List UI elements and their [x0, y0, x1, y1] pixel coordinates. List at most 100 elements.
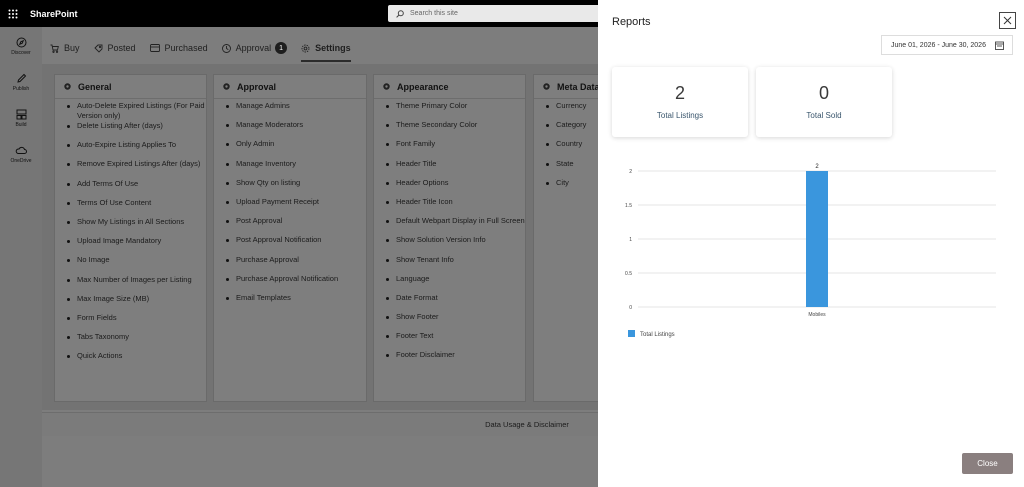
gear-icon: [223, 83, 230, 90]
calendar-icon: [995, 41, 1004, 50]
cloud-icon: [15, 146, 27, 154]
bar-data-label: 2: [815, 164, 819, 170]
rail-item-onedrive[interactable]: OneDrive: [0, 145, 42, 171]
settings-link[interactable]: Header Options: [384, 178, 525, 197]
settings-link[interactable]: Show Tenant Info: [384, 255, 525, 274]
settings-link[interactable]: Add Terms Of Use: [65, 179, 206, 198]
footer-strip: Data Usage & Disclaimer: [42, 412, 598, 436]
stat-label: Total Sold: [806, 111, 842, 120]
tab-approval[interactable]: Approval 1: [221, 34, 288, 62]
tab-label: Buy: [64, 43, 80, 53]
rail-item-build[interactable]: Build: [0, 109, 42, 135]
tab-bar: Buy Posted Purchased Approval 1 Settings: [42, 34, 357, 62]
settings-link[interactable]: Manage Moderators: [224, 120, 366, 139]
tag-icon: [93, 44, 102, 53]
settings-link[interactable]: Footer Disclaimer: [384, 350, 525, 369]
settings-link[interactable]: Auto-Delete Expired Listings (For Paid V…: [65, 101, 206, 121]
settings-link[interactable]: Email Templates: [224, 293, 366, 312]
gear-icon: [543, 83, 550, 90]
settings-link[interactable]: Tabs Taxonomy: [65, 332, 206, 351]
date-range-value: June 01, 2026 - June 30, 2026: [891, 41, 986, 49]
settings-link[interactable]: Date Format: [384, 293, 525, 312]
tab-purchased[interactable]: Purchased: [149, 34, 208, 62]
cart-icon: [50, 44, 59, 53]
settings-link[interactable]: Purchase Approval Notification: [224, 274, 366, 293]
y-tick-label: 2: [629, 169, 632, 175]
appearance-list: Theme Primary Color Theme Secondary Color…: [374, 99, 525, 370]
settings-link[interactable]: Manage Inventory: [224, 159, 366, 178]
settings-link[interactable]: Max Number of Images per Listing: [65, 275, 206, 294]
settings-link[interactable]: Post Approval Notification: [224, 235, 366, 254]
settings-link[interactable]: Upload Image Mandatory: [65, 236, 206, 255]
tab-settings[interactable]: Settings: [301, 34, 351, 62]
settings-link[interactable]: Show My Listings in All Sections: [65, 217, 206, 236]
settings-link[interactable]: Purchase Approval: [224, 255, 366, 274]
settings-link[interactable]: Show Footer: [384, 312, 525, 331]
metadata-list: Currency Category Country State City: [534, 99, 607, 197]
settings-link[interactable]: No Image: [65, 255, 206, 274]
clock-icon: [221, 43, 231, 53]
settings-link[interactable]: Only Admin: [224, 139, 366, 158]
app-launcher-icon[interactable]: [0, 0, 26, 27]
tab-label: Purchased: [164, 43, 208, 53]
y-tick-label: 0.5: [625, 271, 632, 277]
panel-title: Reports: [612, 16, 651, 28]
settings-link[interactable]: Max Image Size (MB): [65, 294, 206, 313]
rail-label: OneDrive: [10, 158, 32, 164]
date-range-picker[interactable]: June 01, 2026 - June 30, 2026: [881, 35, 1013, 55]
app-bar: Discover Publish Build OneDrive: [0, 27, 42, 487]
settings-link[interactable]: Header Title: [384, 159, 525, 178]
tab-label: Posted: [107, 43, 136, 53]
settings-link[interactable]: Footer Text: [384, 331, 525, 350]
settings-link[interactable]: Header Title Icon: [384, 197, 525, 216]
settings-link[interactable]: Quick Actions: [65, 351, 206, 370]
grid-icon: [16, 109, 26, 120]
y-tick-label: 1: [629, 237, 632, 243]
settings-link[interactable]: Terms Of Use Content: [65, 198, 206, 217]
settings-link[interactable]: Show Qty on listing: [224, 178, 366, 197]
tab-buy[interactable]: Buy: [50, 34, 80, 62]
settings-link[interactable]: Form Fields: [65, 313, 206, 332]
settings-link[interactable]: Theme Primary Color: [384, 101, 525, 120]
tab-posted[interactable]: Posted: [93, 34, 136, 62]
search-icon: [396, 9, 404, 18]
close-button[interactable]: Close: [962, 453, 1013, 474]
approval-settings-card: Approval Manage Admins Manage Moderators O…: [213, 74, 367, 402]
data-usage-link[interactable]: Data Usage & Disclaimer: [485, 420, 569, 429]
settings-link[interactable]: Manage Admins: [224, 101, 366, 120]
gear-icon: [64, 83, 71, 90]
close-icon: [1003, 16, 1012, 25]
card-title: Approval: [237, 81, 277, 92]
settings-link[interactable]: Theme Secondary Color: [384, 120, 525, 139]
settings-link[interactable]: Upload Payment Receipt: [224, 197, 366, 216]
rail-label: Publish: [12, 86, 30, 92]
search-placeholder: Search this site: [410, 10, 458, 17]
app-name[interactable]: SharePoint: [30, 9, 78, 19]
settings-link[interactable]: Default Webpart Display in Full Screen: [384, 216, 525, 235]
settings-link[interactable]: Delete Listing After (days): [65, 121, 206, 140]
y-tick-label: 0: [629, 305, 632, 311]
settings-link[interactable]: Remove Expired Listings After (days): [65, 159, 206, 178]
total-sold-card: 0 Total Sold: [756, 67, 892, 137]
approval-count-badge: 1: [275, 42, 288, 54]
tab-label: Settings: [315, 43, 351, 53]
tab-label: Approval: [235, 43, 272, 53]
settings-link[interactable]: Post Approval: [224, 216, 366, 235]
settings-link[interactable]: Show Solution Version Info: [384, 235, 525, 254]
total-listings-card: 2 Total Listings: [612, 67, 748, 137]
rail-item-discover[interactable]: Discover: [0, 37, 42, 63]
stat-value: 2: [674, 83, 685, 103]
rail-item-publish[interactable]: Publish: [0, 73, 42, 99]
close-panel-button[interactable]: [999, 12, 1016, 29]
card-title: Meta Data: [557, 81, 600, 92]
card-header: Approval: [214, 75, 366, 99]
settings-link[interactable]: Auto-Expire Listing Applies To: [65, 140, 206, 159]
metadata-settings-card: Meta Data Currency Category Country State Ci…: [533, 74, 608, 402]
card-icon: [149, 44, 160, 52]
card-header: Appearance: [374, 75, 525, 99]
search-input[interactable]: Search this site: [388, 5, 600, 22]
gear-icon: [383, 83, 390, 90]
general-list: Auto-Delete Expired Listings (For Paid V…: [55, 99, 206, 370]
settings-link[interactable]: Language: [384, 274, 525, 293]
settings-link[interactable]: Font Family: [384, 139, 525, 158]
